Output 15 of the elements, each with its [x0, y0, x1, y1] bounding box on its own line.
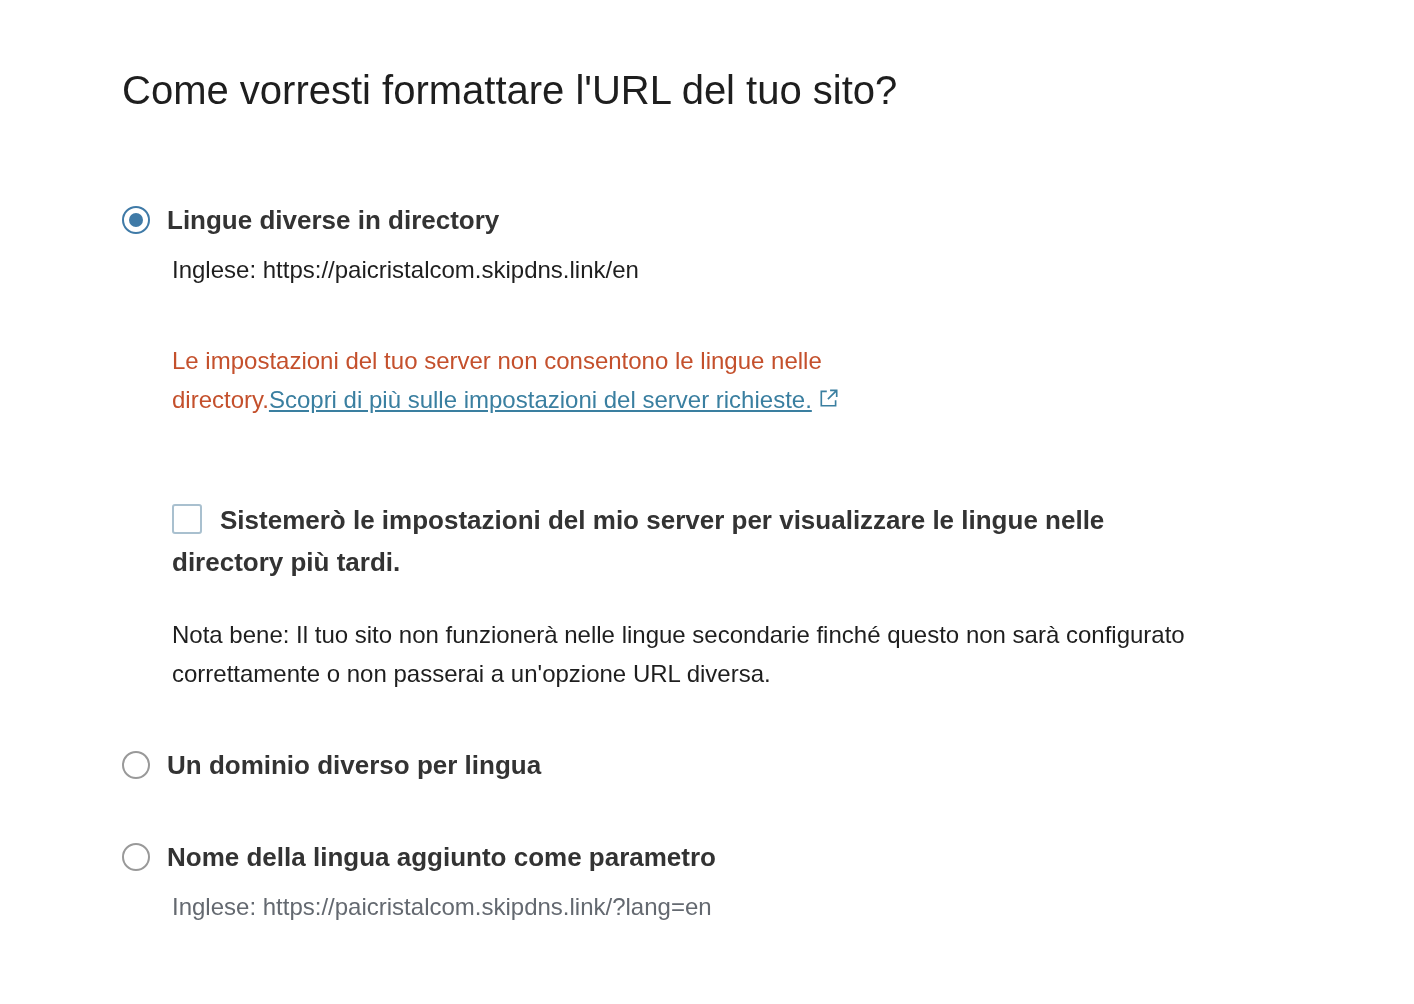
external-link-icon [817, 387, 840, 409]
confirm-label: Sistemerò le impostazioni del mio server per visualizzare le lingue nelle directory più tardi. [171, 503, 1106, 579]
option-label: Un dominio diverso per lingua [167, 749, 542, 781]
help-link[interactable]: Scopri di più sulle impostazioni del server richieste. [268, 386, 840, 413]
url-example: Inglese: https://paicristalcom.skipdns.link/?lang=en [171, 892, 713, 922]
radio-button[interactable] [122, 843, 150, 871]
page-heading: Come vorresti formattare l'URL del tuo sito? [122, 67, 899, 114]
option-label: Lingue diverse in directory [167, 204, 500, 236]
warning-message: Le impostazioni del tuo server non consentono le lingue nelle directory.Scopri di più sulle impostazioni del server richieste. [122, 341, 1252, 419]
radio-button[interactable] [122, 751, 150, 779]
option-label: Nome della lingua aggiunto come parametro [167, 841, 716, 873]
url-example: Inglese: https://paicristalcom.skipdns.link/en [171, 255, 640, 285]
radio-button[interactable] [122, 206, 150, 234]
note-text: Nota bene: Il tuo sito non funzionerà nelle lingue secondarie finché questo non sarà configurato correttamente o non passerai a un'opzione URL diversa. [171, 620, 1186, 689]
checkbox[interactable] [172, 504, 202, 534]
